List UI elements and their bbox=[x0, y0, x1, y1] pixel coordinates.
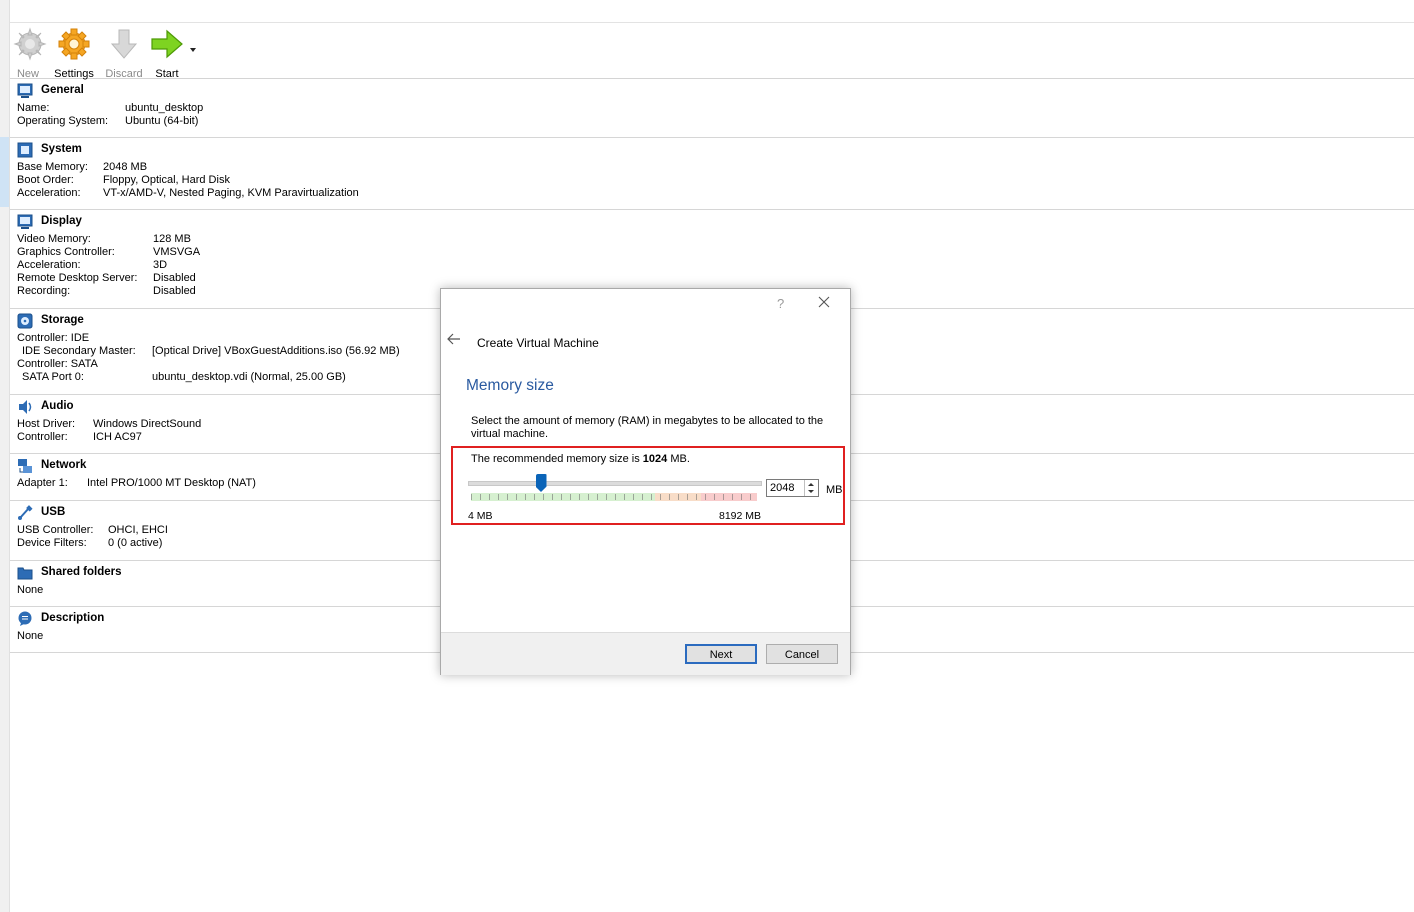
section-title-display: Display bbox=[41, 215, 82, 227]
general-monitor-icon bbox=[17, 83, 33, 98]
display-rdp-value: Disabled bbox=[153, 272, 196, 284]
spin-down-icon[interactable] bbox=[808, 490, 814, 493]
slider-ticks bbox=[471, 494, 757, 500]
discard-button[interactable]: Discard bbox=[104, 27, 144, 80]
section-title-system: System bbox=[41, 143, 82, 155]
section-title-audio: Audio bbox=[41, 400, 74, 412]
storage-ide-master-key: IDE Secondary Master: bbox=[22, 345, 136, 357]
general-os-value: Ubuntu (64-bit) bbox=[125, 115, 199, 127]
display-accel-value: 3D bbox=[153, 259, 168, 271]
create-vm-dialog: ? Create Virtual Machine Memory size Sel… bbox=[440, 288, 851, 675]
memory-unit: MB bbox=[826, 484, 843, 496]
memory-spinbox[interactable]: 2048 bbox=[766, 479, 819, 497]
section-general[interactable]: General Name: ubuntu_desktop Operating Sy… bbox=[10, 79, 1414, 138]
start-arrow-right-icon bbox=[150, 27, 184, 61]
display-recording-key: Recording: bbox=[17, 285, 71, 297]
display-graphics-key: Graphics Controller: bbox=[17, 246, 115, 258]
audio-host-key: Host Driver: bbox=[17, 418, 76, 430]
usb-controller-key: USB Controller: bbox=[17, 524, 94, 536]
settings-gear-icon bbox=[57, 27, 91, 61]
system-memory-key: Base Memory: bbox=[17, 161, 88, 173]
section-title-general: General bbox=[41, 84, 84, 96]
new-icon bbox=[13, 27, 47, 61]
usb-icon bbox=[18, 505, 33, 520]
recommended-suffix: MB. bbox=[667, 453, 690, 465]
recommended-value: 1024 bbox=[642, 453, 668, 465]
display-vram-value: 128 MB bbox=[153, 233, 191, 245]
cancel-button[interactable]: Cancel bbox=[766, 644, 838, 664]
memory-slider-track[interactable] bbox=[468, 481, 762, 486]
toolbar: New Settings Discard Start bbox=[10, 24, 1414, 80]
page-heading: Memory size bbox=[466, 377, 554, 394]
display-accel-key: Acceleration: bbox=[17, 259, 81, 271]
shared-folders-value: None bbox=[17, 584, 44, 596]
storage-sata-controller: Controller: SATA bbox=[17, 358, 98, 370]
help-button[interactable]: ? bbox=[777, 296, 784, 311]
settings-button[interactable]: Settings bbox=[52, 27, 96, 80]
section-title-description: Description bbox=[41, 612, 105, 624]
system-memory-value: 2048 MB bbox=[103, 161, 148, 173]
display-graphics-value: VMSVGA bbox=[153, 246, 201, 258]
storage-sata-port-key: SATA Port 0: bbox=[22, 371, 84, 383]
section-title-network: Network bbox=[41, 459, 87, 471]
section-title-shared-folders: Shared folders bbox=[41, 566, 122, 578]
system-boot-key: Boot Order: bbox=[17, 174, 74, 186]
slider-min-label: 4 MB bbox=[468, 510, 493, 522]
dialog-footer: Next Cancel bbox=[441, 632, 850, 675]
section-title-usb: USB bbox=[41, 506, 66, 518]
audio-controller-key: Controller: bbox=[17, 431, 68, 443]
start-button[interactable]: Start bbox=[150, 27, 184, 80]
system-chip-icon bbox=[17, 142, 33, 158]
general-name-key: Name: bbox=[17, 102, 50, 114]
general-os-key: Operating System: bbox=[17, 115, 109, 127]
recommended-memory-text: The recommended memory size is 1024 MB. bbox=[471, 453, 690, 465]
system-accel-key: Acceleration: bbox=[17, 187, 81, 199]
system-boot-value: Floppy, Optical, Hard Disk bbox=[103, 174, 230, 186]
description-speech-bubble-icon bbox=[18, 611, 32, 626]
spin-up-icon[interactable] bbox=[808, 483, 814, 486]
discard-arrow-down-icon bbox=[107, 27, 141, 61]
storage-ide-master-value: [Optical Drive] VBoxGuestAdditions.iso (… bbox=[152, 345, 400, 357]
audio-speaker-icon bbox=[19, 400, 32, 414]
general-name-value: ubuntu_desktop bbox=[125, 102, 204, 114]
system-accel-value: VT-x/AMD-V, Nested Paging, KVM Paravirtu… bbox=[103, 187, 359, 199]
selected-rail-accent bbox=[0, 137, 9, 207]
memory-value[interactable]: 2048 bbox=[770, 482, 794, 494]
audio-controller-value: ICH AC97 bbox=[93, 431, 142, 443]
storage-ide-controller: Controller: IDE bbox=[17, 332, 90, 344]
section-title-storage: Storage bbox=[41, 314, 84, 326]
display-monitor-icon bbox=[17, 214, 33, 229]
usb-controller-value: OHCI, EHCI bbox=[108, 524, 168, 536]
menu-separator bbox=[10, 22, 1414, 23]
new-button[interactable]: New bbox=[13, 27, 47, 80]
slider-max-label: 8192 MB bbox=[719, 510, 762, 522]
back-arrow-icon[interactable] bbox=[447, 333, 461, 345]
network-adapter-value: Intel PRO/1000 MT Desktop (NAT) bbox=[87, 477, 256, 489]
spin-buttons bbox=[804, 480, 818, 496]
network-adapter-key: Adapter 1: bbox=[17, 477, 68, 489]
dialog-title: Create Virtual Machine bbox=[477, 336, 599, 350]
network-icon bbox=[18, 459, 32, 473]
start-dropdown-arrow-icon[interactable] bbox=[190, 48, 196, 52]
audio-host-value: Windows DirectSound bbox=[93, 418, 202, 430]
recommended-prefix: The recommended memory size is bbox=[471, 453, 643, 465]
storage-sata-port-value: ubuntu_desktop.vdi (Normal, 25.00 GB) bbox=[152, 371, 346, 383]
display-vram-key: Video Memory: bbox=[17, 233, 91, 245]
usb-filters-key: Device Filters: bbox=[17, 537, 87, 549]
storage-disk-icon bbox=[17, 313, 33, 329]
next-button[interactable]: Next bbox=[685, 644, 757, 664]
memory-description: Select the amount of memory (RAM) in meg… bbox=[471, 415, 824, 440]
usb-filters-value: 0 (0 active) bbox=[108, 537, 163, 549]
left-rail bbox=[0, 0, 10, 912]
section-system[interactable]: System Base Memory: 2048 MB Boot Order: Fl… bbox=[10, 138, 1414, 210]
display-recording-value: Disabled bbox=[153, 285, 196, 297]
display-rdp-key: Remote Desktop Server: bbox=[17, 272, 138, 284]
description-value: None bbox=[17, 630, 44, 642]
shared-folder-icon bbox=[17, 567, 33, 580]
close-icon[interactable] bbox=[816, 294, 832, 310]
